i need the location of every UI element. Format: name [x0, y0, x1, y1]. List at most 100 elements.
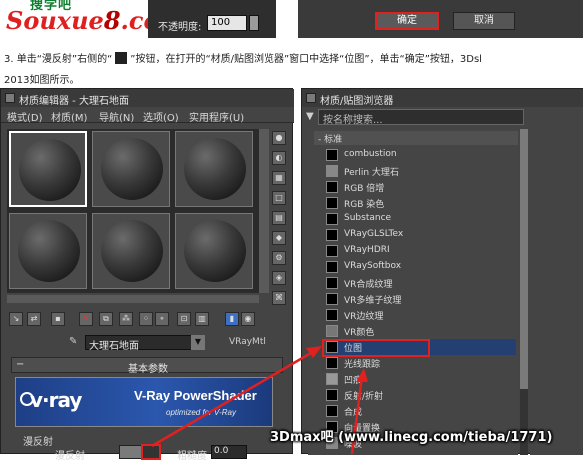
- sample-slots-hscrollbar[interactable]: [7, 295, 259, 303]
- gap: [276, 0, 298, 38]
- background-icon[interactable]: ▦: [272, 171, 286, 185]
- put-to-library-icon[interactable]: ⁘: [139, 312, 153, 326]
- browser-titlebar: 材质/贴图浏览器: [302, 89, 583, 107]
- list-item[interactable]: RGB 倍增: [326, 179, 516, 195]
- sample-type-icon[interactable]: ●: [272, 131, 286, 145]
- assign-material-icon[interactable]: ▪: [51, 312, 65, 326]
- material-id-icon[interactable]: ⚬: [155, 312, 169, 326]
- map-swatch-icon: [326, 197, 338, 209]
- sample-slot[interactable]: [9, 131, 87, 207]
- map-swatch-icon: [326, 389, 338, 401]
- map-swatch-icon: [326, 181, 338, 193]
- bitmap-highlight-box: [322, 339, 430, 357]
- roughness-label: 粗糙度: [177, 451, 207, 462]
- map-swatch-icon: [326, 261, 338, 273]
- list-item[interactable]: 凹痕: [326, 371, 516, 387]
- list-item[interactable]: VRayHDRI: [326, 243, 516, 259]
- list-item[interactable]: Perlin 大理石: [326, 163, 516, 179]
- map-swatch-icon: [326, 213, 338, 225]
- material-sphere: [101, 138, 163, 200]
- map-swatch-icon: [326, 405, 338, 417]
- make-unique-icon[interactable]: ⁂: [119, 312, 133, 326]
- show-end-result-icon[interactable]: ▥: [195, 312, 209, 326]
- eyedropper-icon[interactable]: ✎: [69, 337, 79, 347]
- material-name-row: ✎ 大理石地面 ▼ VRayMtl: [61, 335, 293, 352]
- material-name-field[interactable]: 大理石地面: [85, 335, 205, 352]
- material-editor-menubar: 模式(D) 材质(M) 导航(N) 选项(O) 实用程序(U): [1, 107, 294, 124]
- previous-browser-fragment: [298, 0, 583, 38]
- list-item[interactable]: VR多维子纹理: [326, 291, 516, 307]
- options-icon[interactable]: ⚙: [272, 251, 286, 265]
- get-material-icon[interactable]: ↘: [9, 312, 23, 326]
- material-editor-window: 材质编辑器 - 大理石地面 模式(D) 材质(M) 导航(N) 选项(O) 实用…: [0, 88, 294, 462]
- cancel-button[interactable]: 取消: [453, 12, 515, 30]
- map-swatch-icon: [326, 277, 338, 289]
- material-sphere: [19, 139, 81, 201]
- map-swatch-icon: [326, 357, 338, 369]
- material-sphere: [18, 220, 80, 282]
- show-map-icon[interactable]: ⊡: [177, 312, 191, 326]
- map-swatch-icon: [326, 373, 338, 385]
- select-by-material-icon[interactable]: ◈: [272, 271, 286, 285]
- material-type-button[interactable]: VRayMtl: [229, 337, 266, 347]
- browser-right-panel: [530, 107, 583, 455]
- opacity-spinner[interactable]: [249, 15, 259, 31]
- sample-slot[interactable]: [92, 213, 170, 289]
- sample-slot[interactable]: [175, 213, 253, 289]
- group-standard[interactable]: - 标准: [314, 131, 518, 145]
- list-item[interactable]: combustion: [326, 147, 516, 163]
- site-logo: 搜学吧 Souxue8.com: [0, 0, 185, 38]
- go-to-parent-icon[interactable]: ▮: [225, 312, 239, 326]
- sample-slot[interactable]: [92, 131, 170, 207]
- list-item[interactable]: VR合成纹理: [326, 275, 516, 291]
- menu-navigation[interactable]: 导航(N): [99, 109, 134, 124]
- list-item[interactable]: 光线跟踪: [326, 355, 516, 371]
- list-item[interactable]: RGB 染色: [326, 195, 516, 211]
- sample-slot[interactable]: [9, 213, 87, 289]
- map-button-icon: [115, 52, 128, 64]
- list-item[interactable]: VRaySoftbox: [326, 259, 516, 275]
- copy-material-icon[interactable]: ⧉: [99, 312, 113, 326]
- list-item[interactable]: Substance: [326, 211, 516, 227]
- put-to-scene-icon[interactable]: ⇄: [27, 312, 41, 326]
- diffuse-row: 漫反射 粗糙度 0.0: [23, 444, 293, 462]
- roughness-input[interactable]: 0.0: [211, 445, 247, 459]
- opacity-input[interactable]: 100: [207, 15, 247, 31]
- menu-material[interactable]: 材质(M): [51, 109, 87, 124]
- scrollbar-thumb[interactable]: [520, 129, 528, 389]
- make-preview-icon[interactable]: ◆: [272, 231, 286, 245]
- backlight-icon[interactable]: ◐: [272, 151, 286, 165]
- diffuse-map-button[interactable]: [141, 444, 161, 460]
- video-color-icon[interactable]: ▤: [272, 211, 286, 225]
- diffuse-label: 漫反射: [55, 451, 85, 462]
- chevron-down-icon[interactable]: ▼: [191, 335, 205, 350]
- list-item[interactable]: VRayGLSLTex: [326, 227, 516, 243]
- reset-map-icon[interactable]: ✕: [79, 312, 93, 326]
- material-toolbar: ↘ ⇄ ▪ ✕ ⧉ ⁂ ⁘ ⚬ ⊡ ▥ ▮ ◉: [7, 311, 269, 329]
- map-swatch-icon: [326, 229, 338, 241]
- list-item[interactable]: VR颜色: [326, 323, 516, 339]
- vray-banner: v·ray V-Ray PowerShader optimized for V-…: [15, 377, 273, 427]
- sample-slots-scrollbar[interactable]: [259, 129, 269, 293]
- instruction-line-1: 3. 单击“漫反射”右侧的“ ”按钮，在打开的“材质/贴图浏览器”窗口中选择“位图…: [4, 52, 482, 65]
- material-sphere: [184, 138, 246, 200]
- menu-utilities[interactable]: 实用程序(U): [189, 109, 244, 124]
- map-navigator-icon[interactable]: ⌘: [272, 291, 286, 305]
- menu-mode[interactable]: 模式(D): [7, 109, 43, 124]
- map-swatch-icon: [326, 149, 338, 161]
- sample-slot[interactable]: [175, 131, 253, 207]
- search-input[interactable]: 按名称搜索...: [318, 109, 524, 126]
- watermark: 3Dmax吧 (www.linecg.com/tieba/1771): [270, 430, 553, 445]
- ok-button[interactable]: 确定: [375, 12, 439, 30]
- basic-params-rollout[interactable]: − 基本参数: [11, 357, 283, 375]
- sample-slots: [7, 129, 259, 293]
- map-swatch-icon: [326, 309, 338, 321]
- browser-options-icon[interactable]: ▼: [306, 111, 316, 123]
- uv-tiling-icon[interactable]: □: [272, 191, 286, 205]
- list-item[interactable]: 反射/折射: [326, 387, 516, 403]
- menu-options[interactable]: 选项(O): [143, 109, 179, 124]
- vray-subtitle: optimized for V-Ray: [166, 408, 236, 417]
- list-item[interactable]: VR边纹理: [326, 307, 516, 323]
- go-forward-sibling-icon[interactable]: ◉: [241, 312, 255, 326]
- list-item[interactable]: 合成: [326, 403, 516, 419]
